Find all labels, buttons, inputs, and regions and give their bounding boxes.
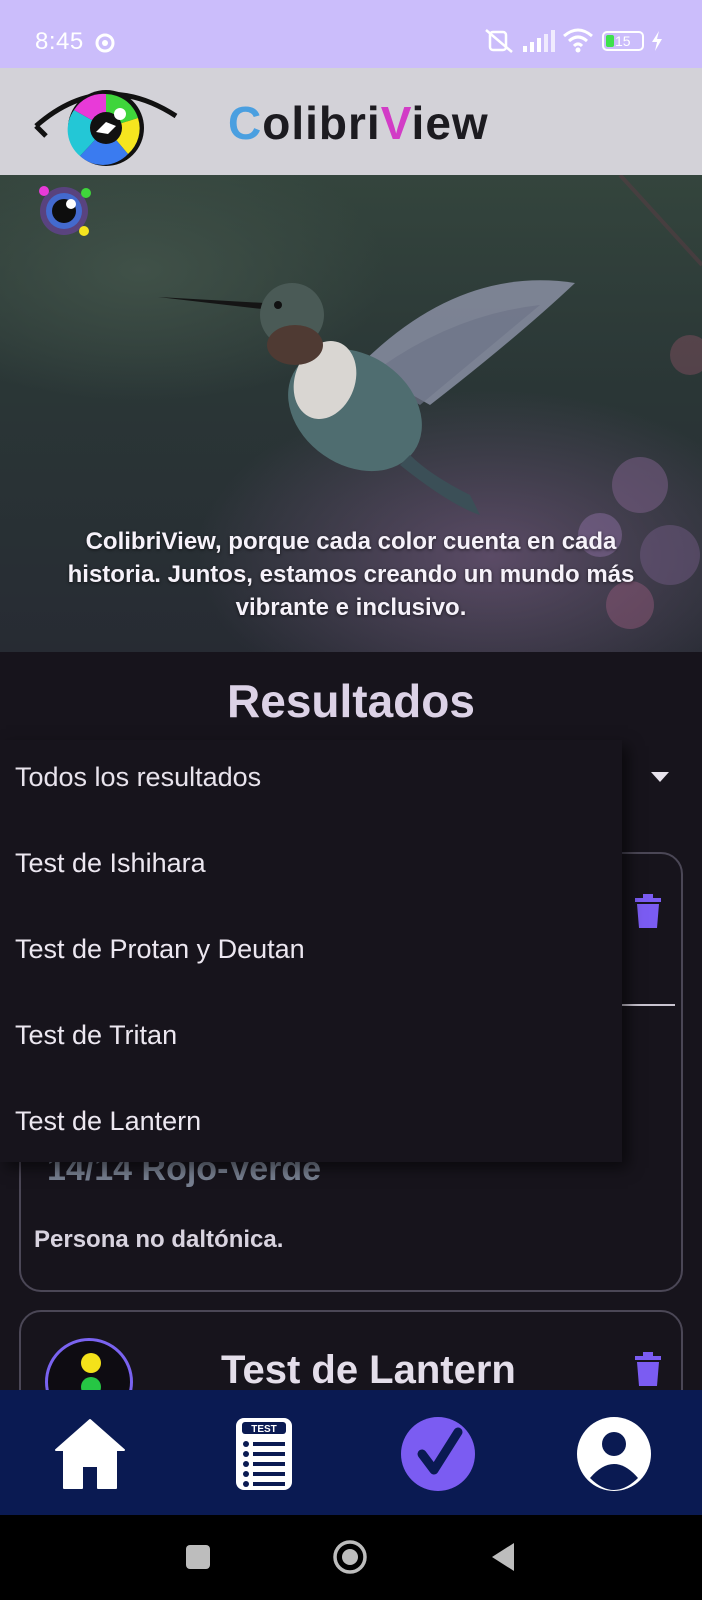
profile-icon[interactable]: [576, 1416, 652, 1492]
bottom-navigation: TEST: [0, 1390, 702, 1515]
hero-tagline: ColibriView, porque cada color cuenta en…: [67, 528, 635, 621]
delete-trash-icon[interactable]: [635, 1352, 661, 1386]
result-diagnosis: Persona no daltónica.: [34, 1226, 284, 1253]
filter-option-tritan[interactable]: Test de Tritan: [15, 1020, 177, 1051]
hero-banner: ColibriView, porque cada color cuenta en…: [0, 175, 702, 652]
charging-icon: [652, 31, 662, 51]
delete-trash-icon[interactable]: [635, 894, 661, 928]
results-check-icon[interactable]: [400, 1416, 476, 1492]
filter-option-ishihara[interactable]: Test de Ishihara: [15, 848, 206, 879]
battery-level: 15: [615, 33, 631, 49]
decorative-eye-icon: [39, 186, 91, 236]
results-filter-dropdown[interactable]: Todos los resultados Test de Ishihara Te…: [0, 740, 669, 1162]
filter-option-lantern[interactable]: Test de Lantern: [15, 1106, 201, 1137]
home-circle-icon[interactable]: [332, 1539, 368, 1575]
status-bar: 8:45 15: [0, 0, 702, 68]
app-brand-title: ColibriView: [228, 97, 489, 149]
test-icon-label: TEST: [251, 1424, 277, 1435]
app-notification-icon: [95, 33, 115, 53]
signal-icon: [523, 30, 555, 52]
test-icon[interactable]: TEST: [226, 1416, 302, 1492]
wifi-icon: [563, 28, 593, 53]
dropdown-caret-icon[interactable]: [651, 772, 669, 782]
result-card-title: Test de Lantern: [221, 1348, 516, 1392]
results-title: Resultados: [227, 675, 475, 727]
status-time: 8:45: [35, 28, 84, 55]
mute-vibrate-icon: [485, 29, 513, 53]
recents-square-icon[interactable]: [184, 1543, 212, 1571]
back-triangle-icon[interactable]: [490, 1541, 516, 1573]
system-navigation-bar: [0, 1515, 702, 1600]
filter-selected-value[interactable]: Todos los resultados: [15, 762, 261, 793]
battery-icon: 15: [602, 31, 644, 51]
colibriview-eye-logo-icon: [34, 90, 178, 166]
app-header: ColibriView: [0, 68, 702, 175]
home-icon[interactable]: [52, 1416, 128, 1492]
filter-option-protan-deutan[interactable]: Test de Protan y Deutan: [15, 934, 305, 965]
yellow-light: [81, 1353, 101, 1373]
